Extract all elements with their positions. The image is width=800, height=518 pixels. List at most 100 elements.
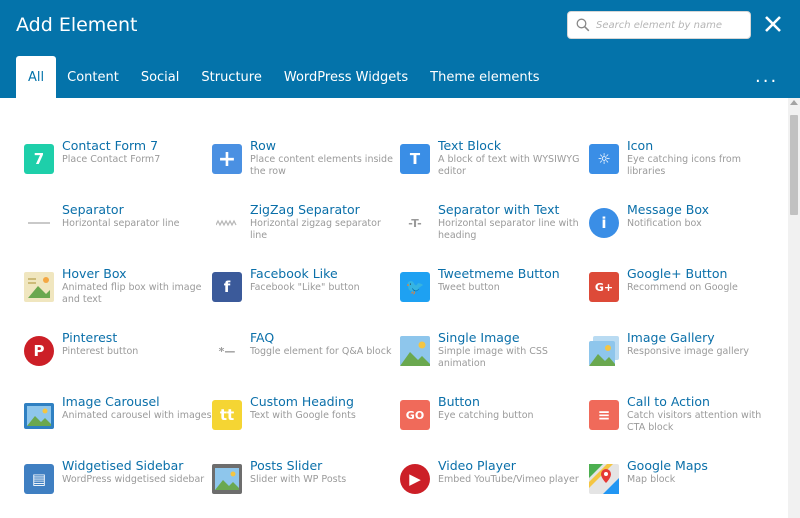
- element-description: Pinterest button: [62, 346, 139, 357]
- modal-title: Add Element: [16, 14, 138, 36]
- element-name: FAQ: [250, 330, 275, 345]
- element-description: Slider with WP Posts: [250, 474, 347, 485]
- element-description: Animated carousel with images: [62, 410, 212, 421]
- element-image-gallery[interactable]: Image Gallery Responsive image gallery: [589, 330, 774, 386]
- element-name: Icon: [627, 138, 654, 153]
- element-separator[interactable]: Separator Horizontal separator line: [24, 202, 209, 258]
- element-hover-box[interactable]: Hover Box Animated flip box with image an…: [24, 266, 209, 322]
- single-image-icon: [400, 336, 430, 366]
- element-description: Place content elements inside the row: [250, 154, 393, 177]
- elements-grid: 7 Contact Form 7 Place Contact Form7 + Row Pl…: [0, 98, 788, 518]
- element-name: Google+ Button: [627, 266, 728, 281]
- element-faq[interactable]: *— FAQ Toggle element for Q&A block: [212, 330, 397, 386]
- scrollbar[interactable]: [788, 98, 800, 518]
- separator-icon: [24, 208, 54, 238]
- element-message-box[interactable]: i Message Box Notification box: [589, 202, 774, 258]
- element-name: Hover Box: [62, 266, 127, 281]
- elements-panel: 7 Contact Form 7 Place Contact Form7 + Row Pl…: [0, 98, 800, 518]
- element-description: Simple image with CSS animation: [438, 346, 548, 369]
- element-description: A block of text with WYSIWYG editor: [438, 154, 580, 177]
- tab-wordpress-widgets[interactable]: WordPress Widgets: [273, 56, 419, 98]
- tab-all[interactable]: All: [16, 56, 57, 98]
- close-icon: [765, 16, 781, 32]
- element-description: Horizontal zigzag separator line: [250, 218, 381, 241]
- zigzag-separator-icon: [212, 208, 242, 238]
- element-description: Place Contact Form7: [62, 154, 161, 165]
- element-name: Button: [438, 394, 480, 409]
- element-facebook-like[interactable]: f Facebook Like Facebook "Like" button: [212, 266, 397, 322]
- image-carousel-icon: [24, 400, 54, 430]
- element-name: Row: [250, 138, 276, 153]
- element-description: Toggle element for Q&A block: [250, 346, 392, 357]
- call-to-action-icon: ≡: [589, 400, 619, 430]
- custom-heading-icon: tt: [212, 400, 242, 430]
- element-call-to-action[interactable]: ≡ Call to Action Catch visitors attention …: [589, 394, 774, 450]
- tab-content[interactable]: Content: [56, 56, 130, 98]
- element-contact-form-7[interactable]: 7 Contact Form 7 Place Contact Form7: [24, 138, 209, 194]
- element-name: Separator: [62, 202, 124, 217]
- tab-theme-elements[interactable]: Theme elements: [419, 56, 550, 98]
- element-description: Text with Google fonts: [250, 410, 356, 421]
- element-description: Responsive image gallery: [627, 346, 750, 357]
- facebook-icon: f: [212, 272, 242, 302]
- element-name: Contact Form 7: [62, 138, 159, 153]
- element-pinterest[interactable]: P Pinterest Pinterest button: [24, 330, 209, 386]
- element-name: Image Carousel: [62, 394, 160, 409]
- element-description: Horizontal separator line: [62, 218, 180, 229]
- element-name: Google Maps: [627, 458, 708, 473]
- element-description: Catch visitors attention with CTA block: [627, 410, 762, 433]
- more-tabs-button[interactable]: ...: [755, 66, 778, 87]
- element-google-maps[interactable]: Google Maps Map block: [589, 458, 774, 514]
- element-description: WordPress widgetised sidebar: [62, 474, 205, 485]
- element-icon[interactable]: ☼ Icon Eye catching icons from libraries: [589, 138, 774, 194]
- element-widgetised-sidebar[interactable]: ▤ Widgetised Sidebar WordPress widgetised …: [24, 458, 209, 514]
- element-separator-with-text[interactable]: -T- Separator with Text Horizontal separat…: [400, 202, 585, 258]
- element-posts-slider[interactable]: Posts Slider Slider with WP Posts: [212, 458, 397, 514]
- element-name: Separator with Text: [438, 202, 560, 217]
- element-description: Embed YouTube/Vimeo player: [438, 474, 579, 485]
- scroll-up-icon[interactable]: [790, 100, 798, 105]
- video-play-icon: ▶: [400, 464, 430, 494]
- element-description: Recommend on Google: [627, 282, 738, 293]
- search-box[interactable]: [567, 11, 751, 39]
- element-video-player[interactable]: ▶ Video Player Embed YouTube/Vimeo player: [400, 458, 585, 514]
- search-icon: [576, 18, 590, 32]
- element-name: Tweetmeme Button: [438, 266, 560, 281]
- image-gallery-icon: [589, 336, 619, 366]
- element-single-image[interactable]: Single Image Simple image with CSS animat…: [400, 330, 585, 386]
- element-zigzag-separator[interactable]: ZigZag Separator Horizontal zigzag separa…: [212, 202, 397, 258]
- hover-box-icon: [24, 272, 54, 302]
- close-button[interactable]: [763, 14, 783, 34]
- element-name: Call to Action: [627, 394, 710, 409]
- element-image-carousel[interactable]: Image Carousel Animated carousel with ima…: [24, 394, 212, 450]
- element-description: Eye catching button: [438, 410, 534, 421]
- element-description: Horizontal separator line with heading: [438, 218, 579, 241]
- element-google-button[interactable]: G+ Google+ Button Recommend on Google: [589, 266, 774, 322]
- element-name: Posts Slider: [250, 458, 323, 473]
- contact-form-7-icon: 7: [24, 144, 54, 174]
- element-custom-heading[interactable]: tt Custom Heading Text with Google fonts: [212, 394, 397, 450]
- element-button[interactable]: GO Button Eye catching button: [400, 394, 585, 450]
- element-name: Custom Heading: [250, 394, 354, 409]
- sidebar-icon: ▤: [24, 464, 54, 494]
- separator-text-icon: -T-: [400, 208, 430, 238]
- text-block-icon: T: [400, 144, 430, 174]
- element-text-block[interactable]: T Text Block A block of text with WYSIWYG …: [400, 138, 585, 194]
- element-tweetmeme-button[interactable]: 🐦 Tweetmeme Button Tweet button: [400, 266, 585, 322]
- element-name: Facebook Like: [250, 266, 338, 281]
- element-name: Single Image: [438, 330, 520, 345]
- category-tabs: All Content Social Structure WordPress W…: [16, 56, 551, 98]
- element-name: ZigZag Separator: [250, 202, 360, 217]
- element-row[interactable]: + Row Place content elements inside the ro…: [212, 138, 397, 194]
- tab-structure[interactable]: Structure: [190, 56, 272, 98]
- twitter-icon: 🐦: [400, 272, 430, 302]
- element-name: Video Player: [438, 458, 516, 473]
- element-name: Image Gallery: [627, 330, 715, 345]
- posts-slider-icon: [212, 464, 242, 494]
- tab-social[interactable]: Social: [130, 56, 191, 98]
- row-plus-icon: +: [212, 144, 242, 174]
- pinterest-icon: P: [24, 336, 54, 366]
- scrollbar-thumb[interactable]: [790, 115, 798, 215]
- element-description: Notification box: [627, 218, 702, 229]
- search-input[interactable]: [596, 19, 746, 31]
